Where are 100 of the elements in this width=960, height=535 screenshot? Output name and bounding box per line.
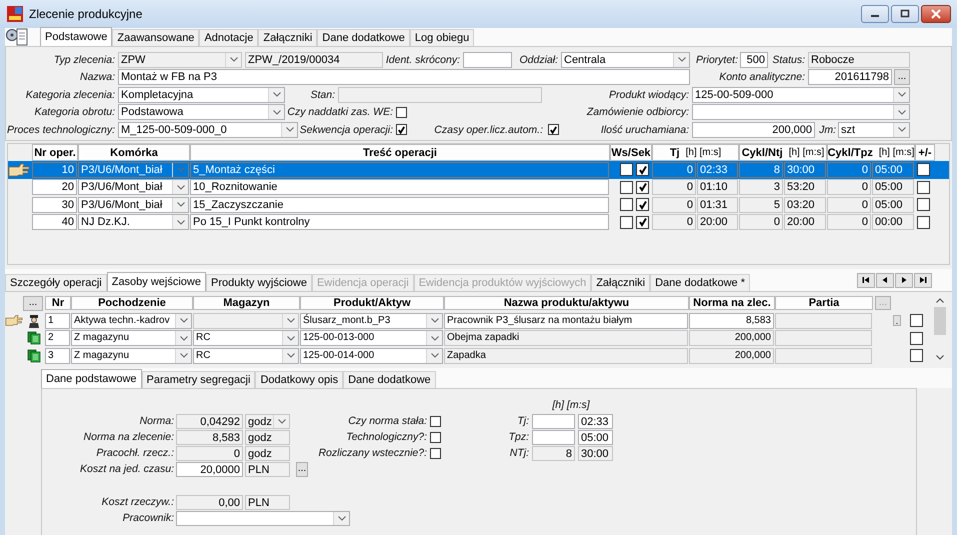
checkbox[interactable] (620, 180, 633, 194)
next-button[interactable] (895, 272, 913, 288)
checkbox[interactable] (917, 163, 930, 176)
checkbox[interactable] (430, 416, 441, 426)
field-label: Konto analityczne: (718, 71, 806, 84)
checkbox[interactable] (430, 432, 441, 442)
combo-box[interactable]: Centrala (561, 52, 690, 68)
table-cell: 0 (827, 214, 871, 230)
input-field[interactable] (532, 430, 575, 444)
combo-box[interactable]: ZPW (118, 52, 242, 68)
maximize-button[interactable] (891, 5, 919, 23)
tab[interactable]: Adnotacje (199, 29, 258, 46)
readonly-field: 0 (176, 446, 243, 460)
chevron-down-icon (898, 127, 906, 132)
checkbox[interactable] (636, 216, 649, 229)
column-header: Pochodzenie (71, 296, 193, 310)
table-cell: 2 (45, 330, 70, 346)
checkbox[interactable] (548, 124, 559, 136)
combo-box[interactable]: NJ Dz.KJ. (78, 214, 189, 230)
field-label: Proces technologiczny: (6, 124, 116, 136)
combo-box[interactable]: Podstawowa (118, 104, 285, 120)
checkbox[interactable] (620, 216, 633, 229)
input-field[interactable]: 05:00 (578, 430, 613, 444)
tab[interactable]: Dodatkowy opis (255, 371, 344, 388)
checkbox[interactable] (620, 198, 633, 212)
ellipsis-button[interactable]: ... (296, 462, 308, 476)
combo-box[interactable]: M_125-00-509-000_0 (118, 122, 298, 138)
checkbox[interactable] (396, 124, 407, 136)
tab[interactable]: Załączniki (258, 29, 318, 46)
scroll-thumb[interactable] (934, 307, 946, 335)
input-field[interactable]: 02:33 (578, 414, 613, 428)
input-field[interactable]: 200,000 (692, 122, 815, 138)
tab[interactable]: Zasoby wejściowe (106, 272, 206, 291)
tab[interactable]: Dane dodatkowe * (650, 274, 750, 291)
input-field[interactable]: Montaż w FB na P3 (118, 69, 690, 86)
first-button[interactable] (857, 272, 875, 288)
readonly-field: godz (245, 430, 290, 444)
checkbox[interactable] (910, 332, 922, 345)
tab[interactable]: Szczegóły operacji (5, 274, 107, 291)
combo-box[interactable]: godz (245, 414, 290, 428)
tab[interactable]: Dane podstawowe (41, 369, 142, 388)
readonly-field: Robocze (808, 52, 910, 68)
combo-box[interactable]: Ślusarz_mont.b_P3 (300, 312, 443, 329)
combo-box[interactable]: Aktywa techn.-kadrov (71, 312, 192, 329)
input-field[interactable] (463, 52, 512, 68)
table-cell: 5_Montaż części (190, 162, 609, 178)
ellipsis-button[interactable]: . (893, 315, 901, 326)
tab[interactable]: Parametry segregacji (142, 371, 256, 388)
checkbox[interactable] (636, 198, 649, 212)
field-label: Sekwencja operacji: (299, 124, 394, 136)
checkbox[interactable] (910, 314, 922, 328)
combo-box[interactable]: P3/U6/Mont_biał (78, 196, 189, 213)
chevron-down-icon (176, 220, 184, 225)
tab[interactable]: Dane dodatkowe (317, 29, 410, 46)
tab[interactable]: Zaawansowane (112, 29, 200, 46)
combo-box[interactable]: szt (838, 122, 910, 138)
table-cell: 0 (652, 196, 696, 213)
tab[interactable]: Dane dodatkowe (343, 371, 436, 388)
chevron-down-icon (272, 110, 280, 115)
combo-box[interactable]: Z magazynu (71, 330, 192, 346)
chevron-down-icon (286, 127, 294, 132)
table-cell: 03:20 (784, 196, 826, 213)
scroll-up-button[interactable] (936, 298, 944, 303)
checkbox[interactable] (636, 180, 649, 194)
checkbox[interactable] (917, 216, 930, 229)
selected-row[interactable]: 10 P3/U6/Mont_biał 5_Montaż części 0 02:33 8 30:00 0 05:00 (8, 161, 949, 178)
minimize-button[interactable] (861, 5, 889, 23)
scroll-down-button[interactable] (936, 355, 944, 360)
checkbox[interactable] (396, 106, 407, 118)
checkbox[interactable] (636, 163, 649, 176)
ellipsis-button[interactable]: ... (23, 296, 43, 310)
checkbox[interactable] (620, 163, 633, 176)
tab[interactable]: Załączniki (591, 274, 650, 291)
combo-box[interactable]: RC (193, 330, 299, 346)
combo-box[interactable]: P3/U6/Mont_biał (78, 179, 189, 196)
checkbox[interactable] (910, 349, 922, 362)
input-field[interactable]: 201611798 (808, 69, 892, 86)
combo-box[interactable]: 125-00-509-000 (692, 86, 910, 103)
combo-box[interactable]: P3/U6/Mont_biał (78, 162, 189, 178)
checkbox[interactable] (917, 198, 930, 212)
combo-box[interactable]: Z magazynu (71, 348, 192, 364)
combo-box[interactable]: Kompletacyjna (118, 86, 285, 103)
checkbox[interactable] (430, 448, 441, 458)
input-field[interactable]: 20,0000 (176, 462, 243, 476)
tab[interactable]: Podstawowe (40, 27, 112, 46)
table-cell: 01:10 (697, 179, 738, 196)
close-button[interactable] (921, 5, 951, 23)
field-label: Oddział: (518, 54, 559, 66)
checkbox[interactable] (917, 180, 930, 194)
table-cell: 40 (32, 214, 77, 230)
combo-box[interactable]: 125-00-013-000 (300, 330, 443, 346)
combo-box[interactable]: 125-00-014-000 (300, 348, 443, 364)
last-button[interactable] (914, 272, 932, 288)
tab[interactable]: Log obiegu (410, 29, 474, 46)
combo-box[interactable]: RC (193, 348, 299, 364)
ellipsis-button[interactable]: ... (894, 69, 910, 86)
previous-button[interactable] (876, 272, 894, 288)
input-field[interactable]: 500 (740, 52, 768, 68)
tab[interactable]: Produkty wyjściowe (206, 274, 312, 291)
input-field[interactable] (532, 414, 575, 428)
